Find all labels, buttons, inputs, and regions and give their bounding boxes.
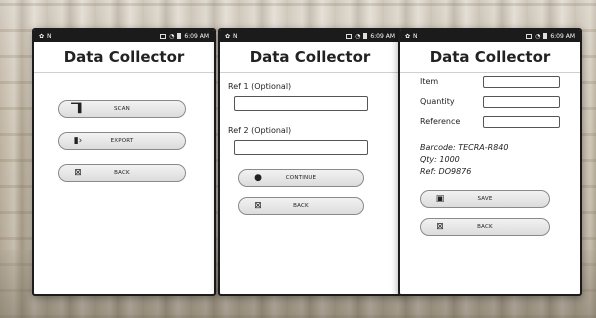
- reference-input[interactable]: [483, 116, 560, 128]
- close-box-icon: ⊠: [74, 168, 82, 178]
- export-button[interactable]: ▮› EXPORT: [58, 132, 186, 150]
- battery-icon: [177, 33, 182, 39]
- barcode-readout: Barcode: TECRA-R840: [420, 143, 509, 152]
- signal-icon: [160, 33, 167, 39]
- back-button[interactable]: ⊠ BACK: [58, 164, 186, 182]
- signal-icon: [526, 33, 533, 39]
- check-circle-icon: ●: [254, 173, 262, 183]
- back-button-label: BACK: [114, 170, 130, 176]
- save-button[interactable]: ▣ SAVE: [420, 190, 550, 208]
- qty-readout: Qty: 1000: [420, 155, 460, 164]
- status-time: 6:09 AM: [370, 32, 395, 40]
- settings-icon: ✿: [39, 32, 45, 40]
- save-icon: ▣: [435, 194, 445, 204]
- continue-button-label: CONTINUE: [285, 175, 317, 181]
- phone-screen-references: ✿ N ◔ 6:09 AM Data Collector Ref 1 (Opti…: [218, 28, 402, 296]
- scan-button-label: SCAN: [113, 106, 130, 112]
- nfc-icon: N: [47, 32, 52, 40]
- battery-icon: [543, 33, 548, 39]
- close-box-icon: ⊠: [254, 201, 262, 211]
- status-bar: ✿ N ◔ 6:09 AM: [34, 30, 214, 42]
- app-title: Data Collector: [34, 42, 214, 73]
- scan-button[interactable]: ▔▌ SCAN: [58, 100, 186, 118]
- nfc-icon: N: [413, 32, 418, 40]
- status-time: 6:09 AM: [550, 32, 575, 40]
- back-button[interactable]: ⊠ BACK: [420, 218, 550, 236]
- export-button-label: EXPORT: [110, 138, 134, 144]
- back-button-label: BACK: [477, 224, 493, 230]
- settings-icon: ✿: [405, 32, 411, 40]
- back-button[interactable]: ⊠ BACK: [238, 197, 364, 215]
- app-title: Data Collector: [220, 42, 400, 73]
- status-time: 6:09 AM: [184, 32, 209, 40]
- ref2-input[interactable]: [234, 140, 368, 155]
- status-bar: ✿ N ◔ 6:09 AM: [400, 30, 580, 42]
- item-input[interactable]: [483, 76, 560, 88]
- status-bar: ✿ N ◔ 6:09 AM: [220, 30, 400, 42]
- scan-icon: ▔▌: [71, 104, 85, 114]
- settings-icon: ✿: [225, 32, 231, 40]
- app-title: Data Collector: [400, 42, 580, 73]
- phone-screen-main-menu: ✿ N ◔ 6:09 AM Data Collector ▔▌ SCAN ▮› …: [32, 28, 216, 296]
- battery-icon: [363, 33, 368, 39]
- phone-screen-entry: ✿ N ◔ 6:09 AM Data Collector Item Quanti…: [398, 28, 582, 296]
- ref2-label: Ref 2 (Optional): [228, 126, 292, 135]
- item-label: Item: [420, 77, 439, 86]
- nfc-icon: N: [233, 32, 238, 40]
- close-box-icon: ⊠: [436, 222, 444, 232]
- quantity-input[interactable]: [483, 96, 560, 108]
- ref1-input[interactable]: [234, 96, 368, 111]
- quantity-label: Quantity: [420, 97, 455, 106]
- ref-readout: Ref: DO9876: [420, 167, 472, 176]
- wifi-icon: ◔: [169, 32, 175, 40]
- wifi-icon: ◔: [355, 32, 361, 40]
- wifi-icon: ◔: [535, 32, 541, 40]
- ref1-label: Ref 1 (Optional): [228, 82, 292, 91]
- export-icon: ▮›: [73, 136, 83, 146]
- save-button-label: SAVE: [477, 196, 493, 202]
- continue-button[interactable]: ● CONTINUE: [238, 169, 364, 187]
- back-button-label: BACK: [293, 203, 309, 209]
- reference-label: Reference: [420, 117, 461, 126]
- signal-icon: [346, 33, 353, 39]
